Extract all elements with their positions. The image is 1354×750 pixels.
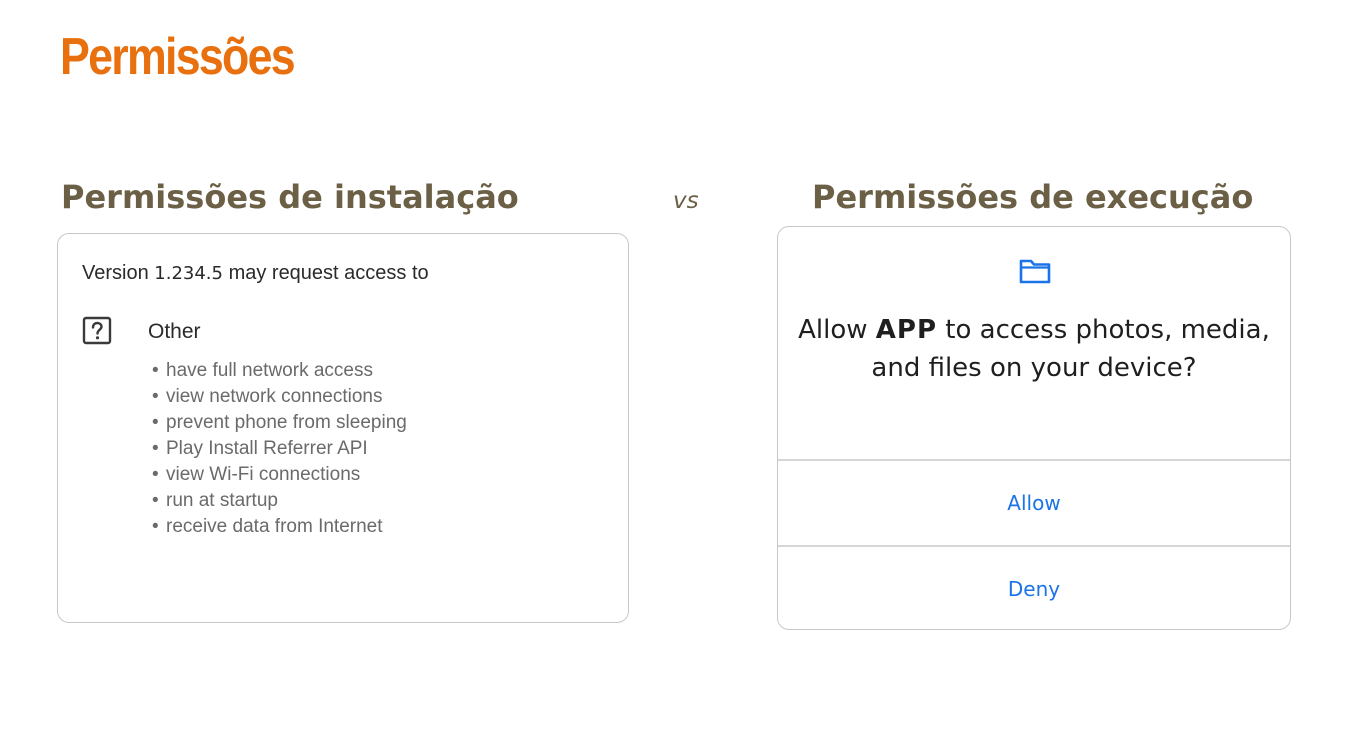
permission-list: • have full network access • view network … [152,358,407,540]
header-suffix: may request access to [228,262,429,284]
permission-item: • have full network access [152,360,373,381]
header-prefix: Version [82,262,149,284]
permission-item: • view network connections [152,386,383,407]
app-name: APP [875,315,938,345]
allow-button[interactable]: Allow [778,461,1290,545]
install-permissions-heading: Permissões de instalação [61,178,519,216]
permission-item: • prevent phone from sleeping [152,412,407,433]
version-number: 1.234.5 [154,263,223,284]
permission-question: Allow APP to access photos, media, and f… [798,315,1270,383]
help-box-icon [82,315,114,347]
permission-group-label: Other [148,320,201,343]
vs-label: vs [673,188,699,214]
runtime-permissions-heading: Permissões de execução [812,178,1254,216]
permission-item: • receive data from Internet [152,516,383,537]
permission-item: • Play Install Referrer API [152,438,368,459]
install-card-header: Version 1.234.5 may request access to [82,262,429,285]
permission-item: • view Wi-Fi connections [152,464,361,485]
install-permissions-card: Version 1.234.5 may request access to Ot… [57,233,629,623]
slide-title: Permissões [60,28,296,86]
runtime-permission-dialog: Allow APP to access photos, media, and f… [777,226,1291,630]
deny-button[interactable]: Deny [778,547,1290,629]
folder-icon [1018,257,1052,285]
permission-item: • run at startup [152,490,278,511]
